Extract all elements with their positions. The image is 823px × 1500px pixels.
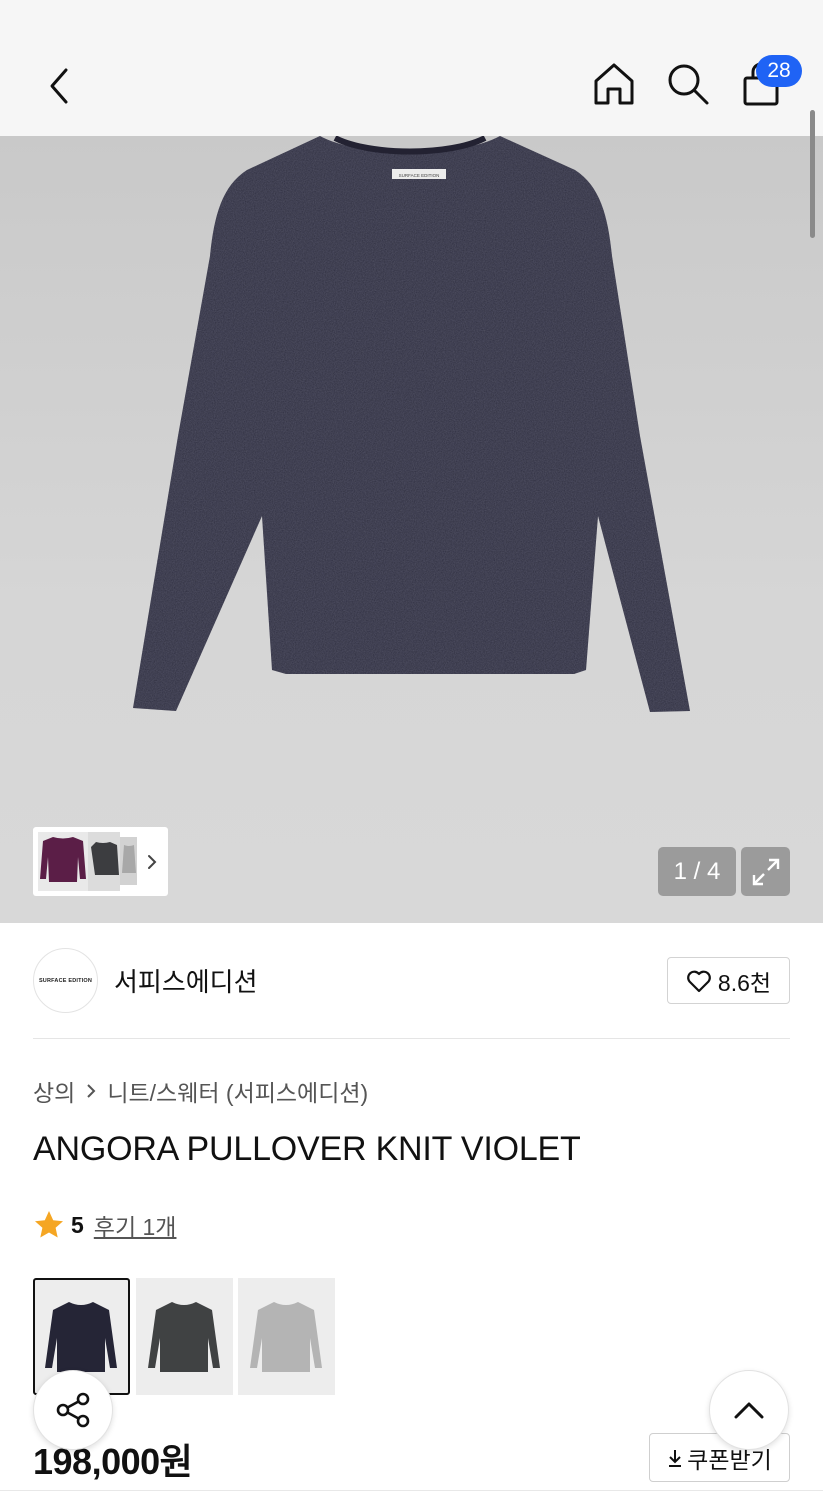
- bottom-divider: [0, 1490, 823, 1491]
- product-image[interactable]: SURFACE EDITION: [0, 136, 823, 923]
- page-scrollbar[interactable]: [810, 110, 815, 238]
- variant-image: [250, 1302, 322, 1372]
- share-button[interactable]: [33, 1370, 113, 1450]
- star-icon: [35, 1211, 63, 1238]
- scroll-to-top-button[interactable]: [709, 1370, 789, 1450]
- sweater-body: [133, 136, 690, 712]
- chevron-left-icon: [50, 68, 68, 104]
- like-count: 8.6천: [717, 969, 772, 996]
- rating-score: 5: [71, 1211, 84, 1238]
- brand-name[interactable]: 서피스에디션: [114, 962, 258, 999]
- neck-label-text: SURFACE EDITION: [399, 173, 440, 178]
- rating-summary: 5 후기 1개: [33, 1208, 176, 1242]
- variant-image: [148, 1302, 220, 1372]
- home-button[interactable]: [586, 56, 642, 112]
- back-button[interactable]: [30, 58, 86, 114]
- cart-count-badge: 28: [756, 55, 802, 87]
- search-icon: [668, 64, 709, 105]
- breadcrumb-subcategory[interactable]: 니트/스웨터 (서피스에디션): [107, 1074, 368, 1108]
- expand-icon: [752, 858, 779, 885]
- breadcrumb-category[interactable]: 상의: [33, 1074, 75, 1108]
- brand-logo[interactable]: SURFACE EDITION: [33, 948, 98, 1013]
- expand-image-button[interactable]: [741, 847, 790, 896]
- gallery-thumbnail-strip[interactable]: [33, 827, 168, 896]
- chevron-right-icon: [87, 1084, 96, 1098]
- search-button[interactable]: [660, 56, 716, 112]
- share-icon: [56, 1392, 90, 1428]
- sweater-image: SURFACE EDITION: [133, 136, 690, 712]
- brand-like-button[interactable]: 8.6천: [667, 957, 790, 1004]
- breadcrumb: 상의 니트/스웨터 (서피스에디션): [33, 1074, 368, 1108]
- color-variant-charcoal[interactable]: [136, 1278, 233, 1395]
- home-icon: [594, 63, 634, 105]
- review-count-link[interactable]: 후기 1개: [94, 1208, 177, 1242]
- color-variant-gray[interactable]: [238, 1278, 335, 1395]
- download-icon: [669, 1449, 682, 1467]
- chevron-up-icon: [734, 1402, 764, 1419]
- section-divider: [33, 1038, 790, 1039]
- product-title: ANGORA PULLOVER KNIT VIOLET: [33, 1130, 581, 1168]
- chevron-right-icon: [148, 855, 157, 869]
- image-counter: 1 / 4: [658, 847, 736, 896]
- color-thumbnails: [38, 832, 157, 891]
- heart-icon: [687, 970, 711, 992]
